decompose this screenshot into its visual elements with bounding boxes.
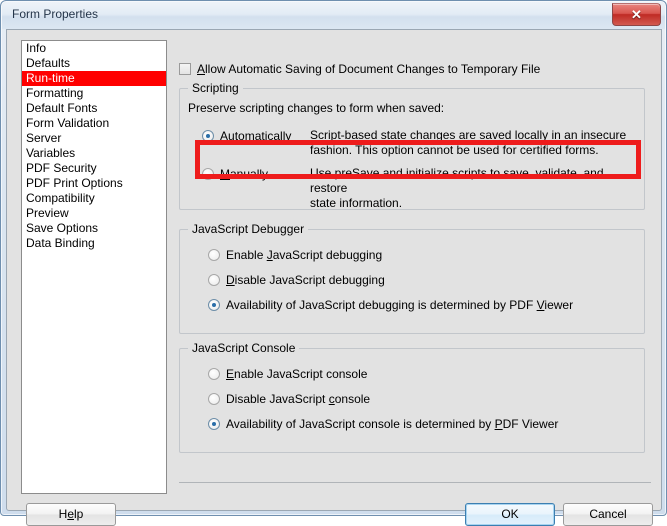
ok-button[interactable]: OK <box>465 503 555 526</box>
radio-row-disable-js-debugging[interactable]: Disable JavaScript debugging <box>208 273 385 287</box>
radio-js-console-by-viewer[interactable] <box>208 418 220 430</box>
close-icon: ✕ <box>631 7 642 22</box>
js-debugging-by-viewer-pre: Availability of JavaScript debugging is … <box>226 298 537 312</box>
sidebar-item-defaults[interactable]: Defaults <box>22 56 166 71</box>
radio-manually-accel: M <box>220 167 230 181</box>
scripting-group-title: Scripting <box>188 81 243 95</box>
manually-desc-line2: state information. <box>310 196 403 210</box>
radio-manually[interactable] <box>202 168 214 180</box>
automatically-desc-line2: fashion. This option cannot be used for … <box>310 143 599 157</box>
radio-automatically-pre: A <box>220 129 229 143</box>
help-accel: e <box>67 507 74 521</box>
disable-js-debugging-accel: D <box>226 273 235 287</box>
scripting-intro: Preserve scripting changes to form when … <box>188 101 445 115</box>
radio-manually-description: Use preSave and initialize scripts to sa… <box>310 166 644 211</box>
sidebar-item-formatting[interactable]: Formatting <box>22 86 166 101</box>
category-listbox[interactable]: Info Defaults Run-time Formatting Default Fo… <box>21 40 167 494</box>
allow-autosave-label: Allow Automatic Saving of Document Chang… <box>197 62 540 76</box>
sidebar-item-variables[interactable]: Variables <box>22 146 166 161</box>
sidebar-item-server[interactable]: Server <box>22 131 166 146</box>
javascript-debugger-title: JavaScript Debugger <box>188 222 309 236</box>
radio-js-debugging-by-viewer-label: Availability of JavaScript debugging is … <box>226 298 573 312</box>
disable-js-console-post: onsole <box>334 392 371 406</box>
allow-autosave-text: llow Automatic Saving of Document Change… <box>205 62 541 76</box>
radio-row-automatically[interactable]: Automatically <box>202 129 291 143</box>
allow-autosave-row[interactable]: Allow Automatic Saving of Document Chang… <box>179 62 540 77</box>
allow-autosave-accel: A <box>197 62 206 76</box>
radio-disable-js-debugging[interactable] <box>208 274 220 286</box>
js-console-by-viewer-post: DF Viewer <box>502 417 559 431</box>
sidebar-item-pdf-security[interactable]: PDF Security <box>22 161 166 176</box>
enable-js-debugging-post: avaScript debugging <box>272 248 383 262</box>
radio-automatically-label: Automatically <box>220 129 291 143</box>
window-title: Form Properties <box>12 7 99 21</box>
help-pre: H <box>58 507 68 521</box>
help-button[interactable]: Help <box>26 503 116 526</box>
radio-automatically-description: Script-based state changes are saved loc… <box>310 128 626 158</box>
allow-autosave-checkbox[interactable] <box>179 63 191 75</box>
javascript-console-title: JavaScript Console <box>188 341 300 355</box>
radio-js-console-by-viewer-label: Availability of JavaScript console is de… <box>226 417 558 431</box>
sidebar-item-run-time[interactable]: Run-time <box>22 71 166 86</box>
disable-js-console-pre: Disable JavaScript <box>226 392 329 406</box>
disable-js-debugging-post: isable JavaScript debugging <box>234 273 385 287</box>
radio-enable-js-console[interactable] <box>208 368 220 380</box>
help-post: lp <box>74 507 84 521</box>
footer-separator <box>179 482 651 483</box>
radio-row-js-debugging-by-viewer[interactable]: Availability of JavaScript debugging is … <box>208 298 573 312</box>
radio-enable-js-console-label: Enable JavaScript console <box>226 367 367 381</box>
scripting-group: Scripting Preserve scripting changes to … <box>179 81 645 211</box>
js-debugging-by-viewer-post: iewer <box>544 298 574 312</box>
sidebar-item-save-options[interactable]: Save Options <box>22 221 166 236</box>
radio-enable-js-debugging-label: Enable JavaScript debugging <box>226 248 382 262</box>
dialog-client-area: Info Defaults Run-time Formatting Default Fo… <box>6 29 662 526</box>
settings-pane: Allow Automatic Saving of Document Chang… <box>173 40 651 494</box>
sidebar-item-compatibility[interactable]: Compatibility <box>22 191 166 206</box>
js-console-by-viewer-pre: Availability of JavaScript console is de… <box>226 417 495 431</box>
manually-desc-line1: Use preSave and initialize scripts to sa… <box>310 166 604 195</box>
radio-row-js-console-by-viewer[interactable]: Availability of JavaScript console is de… <box>208 417 558 431</box>
radio-disable-js-console[interactable] <box>208 393 220 405</box>
sidebar-item-pdf-print-options[interactable]: PDF Print Options <box>22 176 166 191</box>
enable-js-console-post: nable JavaScript console <box>234 367 368 381</box>
close-button[interactable]: ✕ <box>612 3 661 26</box>
radio-enable-js-debugging[interactable] <box>208 249 220 261</box>
automatically-desc-line1: Script-based state changes are saved loc… <box>310 128 627 142</box>
sidebar-item-info[interactable]: Info <box>22 41 166 56</box>
radio-automatically-post: tomatically <box>234 129 292 143</box>
radio-disable-js-console-label: Disable JavaScript console <box>226 392 370 406</box>
radio-manually-label: Manually <box>220 167 268 181</box>
sidebar-item-data-binding[interactable]: Data Binding <box>22 236 166 251</box>
sidebar-item-form-validation[interactable]: Form Validation <box>22 116 166 131</box>
js-console-by-viewer-accel: P <box>494 417 503 431</box>
radio-automatically-accel: u <box>228 129 235 143</box>
enable-js-console-accel: E <box>226 367 235 381</box>
sidebar-item-default-fonts[interactable]: Default Fonts <box>22 101 166 116</box>
form-properties-dialog: Form Properties ✕ Info Defaults Run-time Fo… <box>0 0 667 526</box>
title-bar: Form Properties ✕ <box>2 2 665 29</box>
enable-js-debugging-pre: Enable <box>226 248 267 262</box>
radio-row-disable-js-console[interactable]: Disable JavaScript console <box>208 392 370 406</box>
radio-automatically[interactable] <box>202 130 214 142</box>
radio-row-enable-js-console[interactable]: Enable JavaScript console <box>208 367 367 381</box>
javascript-console-group: JavaScript Console Enable JavaScript con… <box>179 341 645 453</box>
radio-row-enable-js-debugging[interactable]: Enable JavaScript debugging <box>208 248 382 262</box>
radio-js-debugging-by-viewer[interactable] <box>208 299 220 311</box>
javascript-debugger-group: JavaScript Debugger Enable JavaScript de… <box>179 222 645 334</box>
sidebar-item-preview[interactable]: Preview <box>22 206 166 221</box>
radio-disable-js-debugging-label: Disable JavaScript debugging <box>226 273 385 287</box>
cancel-button[interactable]: Cancel <box>563 503 653 526</box>
radio-manually-post: anually <box>230 167 269 181</box>
radio-row-manually[interactable]: Manually <box>202 167 268 181</box>
